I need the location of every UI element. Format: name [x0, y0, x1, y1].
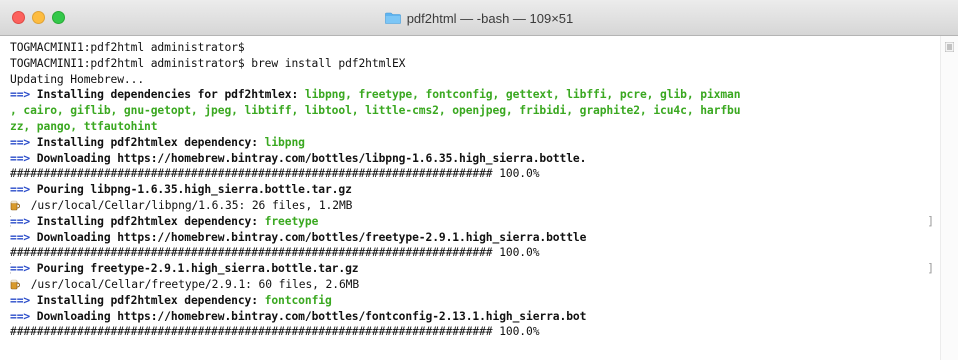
terminal-line: /usr/local/Cellar/freetype/2.9.1: 60 fil… [10, 277, 940, 293]
close-button[interactable] [12, 11, 25, 24]
line-text: Installing dependencies for pdf2htmlex: [30, 88, 305, 102]
terminal-line: ==> Installing dependencies for pdf2html… [10, 87, 940, 103]
terminal-line: ==> Downloading https://homebrew.bintray… [10, 151, 940, 167]
terminal-line: ########################################… [10, 245, 940, 261]
minimize-button[interactable] [32, 11, 45, 24]
arrow-prefix: ==> [10, 183, 31, 197]
line-text: Installing pdf2htmlex dependency: [30, 293, 265, 307]
arrow-prefix: ==> [10, 151, 31, 165]
mark-bracket-right: ] [927, 262, 934, 276]
line-text: Installing pdf2htmlex dependency: [30, 135, 265, 149]
arrow-prefix: ==> [10, 293, 31, 307]
arrow-prefix: ==> [10, 88, 31, 102]
package-name: libpng, freetype, fontconfig, gettext, l… [304, 88, 741, 102]
line-text: ########################################… [10, 167, 540, 181]
terminal-window: pdf2html — -bash — 109×51 TOGMACMINI1:pd… [0, 0, 958, 360]
line-text: Downloading https://homebrew.bintray.com… [30, 151, 587, 165]
terminal-line: /usr/local/Cellar/libpng/1.6.35: 26 file… [10, 198, 940, 214]
package-list-text: , cairo, giflib, gnu-getopt, jpeg, libti… [10, 104, 741, 118]
arrow-prefix: ==> [10, 135, 31, 149]
package-list-text: zz, pango, ttfautohint [10, 119, 158, 133]
scrollbar[interactable] [940, 36, 958, 360]
line-text: TOGMACMINI1:pdf2html administrator$ [10, 41, 245, 54]
line-text: Pouring libpng-1.6.35.high_sierra.bottle… [30, 183, 352, 197]
window-title: pdf2html — -bash — 109×51 [406, 10, 574, 26]
terminal-output[interactable]: TOGMACMINI1:pdf2html administrator$ TOGMA… [0, 36, 940, 360]
terminal-line: TOGMACMINI1:pdf2html administrator$ [10, 40, 940, 56]
arrow-prefix: ==> [10, 309, 31, 323]
terminal-line: ==> Downloading https://homebrew.bintray… [10, 309, 940, 325]
terminal-line: ==> Pouring libpng-1.6.35.high_sierra.bo… [10, 182, 940, 198]
line-text: ########################################… [10, 325, 540, 339]
package-name: freetype [264, 214, 319, 228]
package-name: libpng [264, 135, 305, 149]
mark-bracket-left: [ [10, 214, 13, 230]
arrow-prefix: ==> [10, 262, 31, 276]
terminal-line: ########################################… [10, 166, 940, 182]
title-bar[interactable]: pdf2html — -bash — 109×51 [0, 0, 958, 36]
beer-mug-icon [10, 279, 20, 290]
line-text: /usr/local/Cellar/libpng/1.6.35: 26 file… [24, 198, 353, 212]
line-text: Downloading https://homebrew.bintray.com… [30, 230, 587, 244]
terminal-line: Updating Homebrew... [10, 72, 940, 88]
arrow-prefix: ==> [10, 214, 31, 228]
terminal-line: ==> Downloading https://homebrew.bintray… [10, 230, 940, 246]
terminal-line: []==> Installing pdf2htmlex dependency: … [10, 214, 940, 230]
line-text: ########################################… [10, 246, 540, 260]
line-text: Updating Homebrew... [10, 72, 145, 86]
terminal-line: ==> Installing pdf2htmlex dependency: li… [10, 135, 940, 151]
terminal-line: zz, pango, ttfautohint [10, 119, 940, 135]
scroll-handle-icon[interactable] [945, 42, 954, 52]
terminal-line: ==> Installing pdf2htmlex dependency: fo… [10, 293, 940, 309]
terminal-line: , cairo, giflib, gnu-getopt, jpeg, libti… [10, 103, 940, 119]
line-text: Installing pdf2htmlex dependency: [30, 214, 265, 228]
terminal-line: [] ==> Pouring freetype-2.9.1.high_sierra… [10, 261, 940, 277]
line-text: /usr/local/Cellar/freetype/2.9.1: 60 fil… [24, 277, 360, 291]
zoom-button[interactable] [52, 11, 65, 24]
mark-bracket-left: [ [10, 261, 13, 277]
arrow-prefix: ==> [10, 230, 31, 244]
package-name: fontconfig [264, 293, 332, 307]
terminal-line: ########################################… [10, 324, 940, 340]
line-text: TOGMACMINI1:pdf2html administrator$ brew… [10, 56, 406, 70]
line-text: Pouring freetype-2.9.1.high_sierra.bottl… [30, 262, 359, 276]
terminal-line: TOGMACMINI1:pdf2html administrator$ brew… [10, 56, 940, 72]
folder-icon [384, 12, 401, 24]
line-text: Downloading https://homebrew.bintray.com… [30, 309, 587, 323]
window-title-group: pdf2html — -bash — 109×51 [0, 0, 958, 36]
mark-bracket-right: ] [927, 214, 934, 228]
beer-mug-icon [10, 200, 20, 211]
